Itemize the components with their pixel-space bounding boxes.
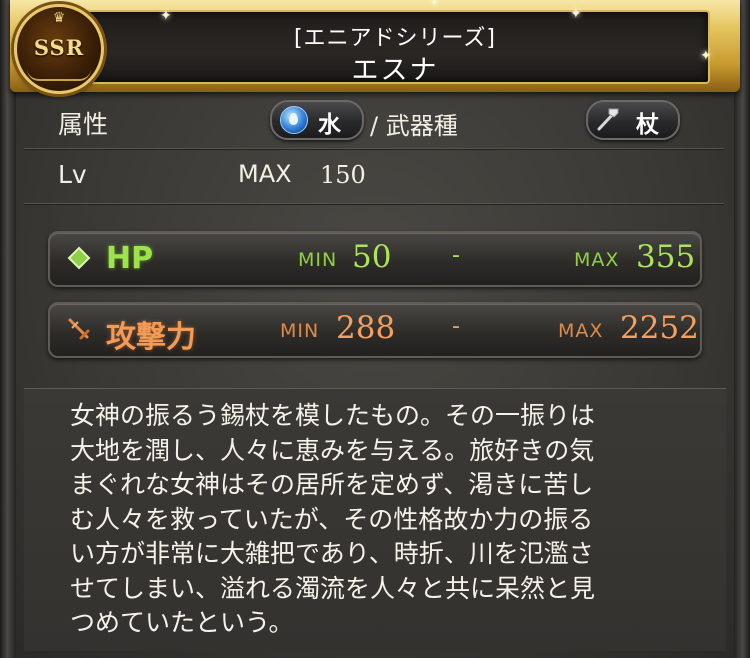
sparkle-icon: ✦: [430, 0, 439, 9]
level-label: Lv: [58, 160, 87, 189]
sparkle-icon: ✦: [160, 8, 172, 24]
level-max-value: 150: [320, 161, 366, 189]
attack-label: 攻撃力: [106, 320, 196, 355]
crown-icon: ♛: [52, 10, 66, 26]
title-plate: [エニアドシリーズ] エスナ: [80, 10, 710, 86]
sparkle-icon: ✦: [570, 6, 582, 22]
attack-min-label: MIN: [280, 320, 320, 342]
frame-border-right: [734, 0, 750, 658]
row-divider: [24, 148, 724, 149]
weapon-type-badge: 杖: [586, 100, 680, 140]
weapon-type-label: / 武器種: [370, 112, 458, 140]
title-banner: [エニアドシリーズ] エスナ ✦ ✦ ✦ ✦: [10, 0, 740, 92]
row-divider: [24, 203, 724, 204]
description-panel: 女神の振るう錫杖を模したもの。その一振りは 大地を潤し、人々に恵みを与える。旅好…: [24, 388, 726, 651]
attack-min-value: 288: [336, 310, 396, 346]
hp-range-dash: -: [452, 243, 460, 268]
attack-max-label: MAX: [558, 320, 604, 342]
rarity-label: SSR: [33, 35, 85, 60]
rarity-badge: ♛ SSR: [14, 4, 104, 94]
hp-max-label: MAX: [574, 249, 620, 271]
weapon-name: エスナ: [351, 55, 439, 86]
level-max-label: MAX: [238, 160, 292, 188]
attack-range-dash: -: [452, 314, 460, 339]
attack-stat-bar: 攻撃力 MIN 288 - MAX 2252: [48, 302, 702, 358]
element-label: 水: [318, 112, 341, 138]
hp-stat-bar: HP MIN 50 - MAX 355: [48, 231, 702, 287]
hp-min-value: 50: [352, 239, 392, 275]
hp-diamond-icon: [67, 246, 91, 270]
hp-max-value: 355: [636, 239, 696, 275]
attack-max-value: 2252: [620, 310, 699, 346]
water-element-icon: [280, 106, 308, 134]
sparkle-icon: ✦: [700, 48, 712, 64]
flavor-text: 女神の振るう錫杖を模したもの。その一振りは 大地を潤し、人々に恵みを与える。旅好…: [70, 401, 596, 637]
weapon-type-value: 杖: [636, 112, 659, 138]
element-badge: 水: [270, 100, 364, 140]
staff-icon: [597, 108, 619, 131]
frame-border-left: [0, 0, 16, 658]
hp-min-label: MIN: [298, 249, 338, 271]
laurel-icon: [27, 69, 91, 81]
hp-label: HP: [106, 241, 154, 276]
sword-icon: [68, 318, 90, 340]
attribute-label: 属性: [58, 110, 109, 139]
